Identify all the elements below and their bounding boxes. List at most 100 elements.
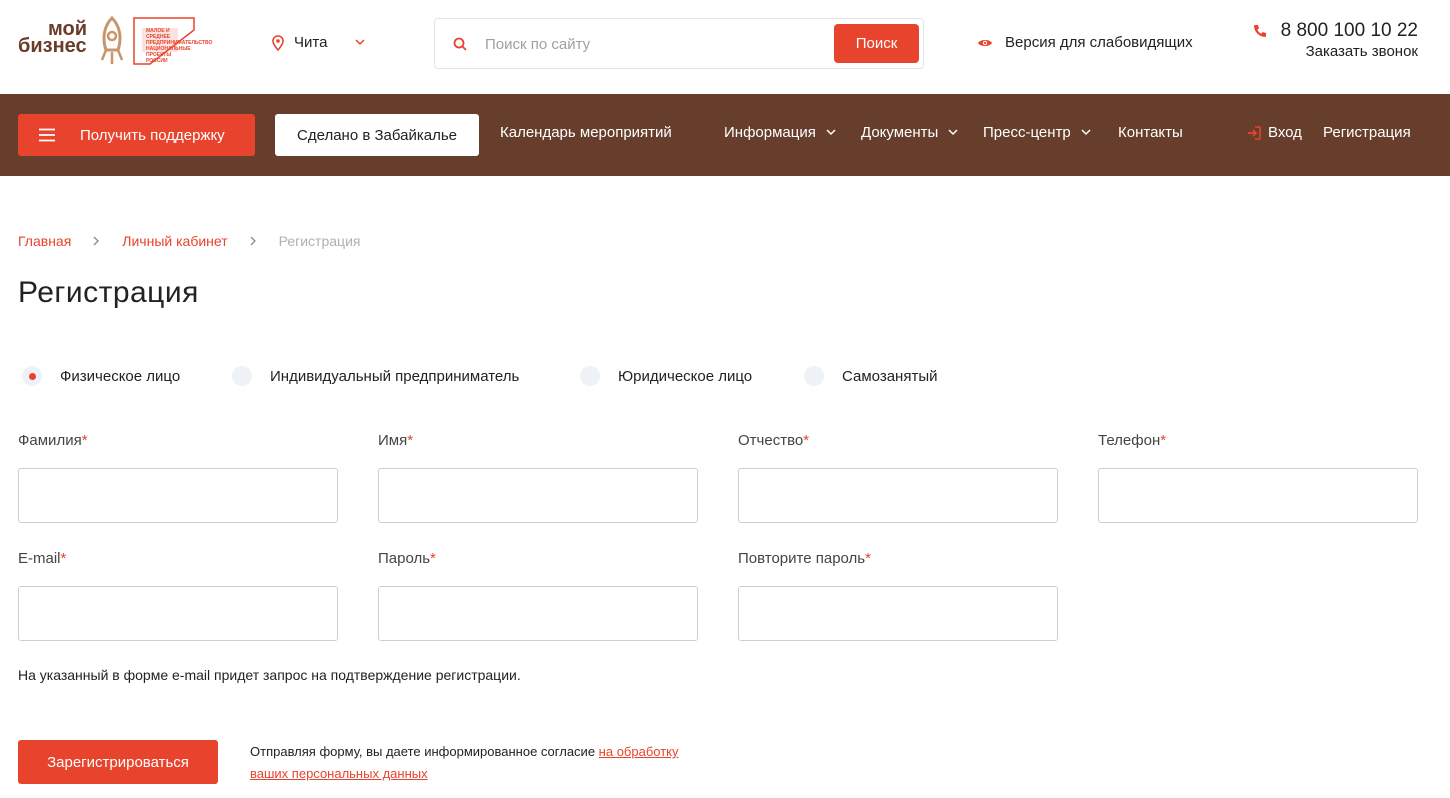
required-mark: * [407,432,414,449]
password-field[interactable] [378,586,698,641]
required-mark: * [81,432,88,449]
required-mark: * [1160,432,1167,449]
rocket-icon [100,16,124,64]
radio-legal-label: Юридическое лицо [618,367,753,385]
phone-field[interactable] [1098,468,1418,523]
email-field[interactable] [18,586,338,641]
lastname-field[interactable] [18,468,338,523]
radio-dot[interactable] [580,366,600,386]
nav-info[interactable]: Информация [724,124,836,141]
breadcrumb-current: Регистрация [278,233,361,249]
firstname-label: Имя* [378,432,698,452]
nav-calendar[interactable]: Календарь мероприятий [500,124,672,141]
register-label: Регистрация [1323,124,1411,141]
register-button[interactable]: Зарегистрироваться [18,740,218,784]
get-support-label: Получить поддержку [80,126,225,144]
required-mark: * [430,550,436,567]
radio-entrepreneur-label: Индивидуальный предприниматель [270,367,520,385]
location-pin-icon [272,34,284,51]
chevron-down-icon [1081,129,1091,136]
radio-selfemployed-label: Самозанятый [842,367,938,385]
get-support-button[interactable]: Получить поддержку [18,114,255,156]
breadcrumb-home[interactable]: Главная [18,233,71,249]
chevron-down-icon [826,129,836,136]
password-repeat-group: Повторите пароль* [738,550,1058,641]
radio-dot-checked[interactable] [22,366,42,386]
login-icon [1248,125,1261,140]
breadcrumb-cabinet[interactable]: Личный кабинет [122,233,227,249]
main-nav: Получить поддержку Сделано в Забайкалье … [0,94,1450,176]
chevron-down-icon [948,129,958,136]
search-box: Поиск [434,18,924,69]
phone-link[interactable]: 8 800 100 10 22 [1253,20,1418,42]
middlename-label-text: Отчество [738,432,804,449]
nav-calendar-label: Календарь мероприятий [500,124,672,141]
city-selector[interactable]: Чита [272,34,365,51]
password-repeat-field[interactable] [738,586,1058,641]
email-label: E-mail* [18,550,338,570]
consent-text-body: Отправляя форму, вы даете информированно… [250,744,599,759]
search-button[interactable]: Поиск [834,24,919,63]
eye-icon [978,39,992,46]
nav-docs[interactable]: Документы [861,124,958,141]
radio-dot[interactable] [804,366,824,386]
password-group: Пароль* [378,550,698,641]
site-header: мой бизнес МАЛОЕ И СРЕДНЕЕ ПРЕДПРИНИМАТЕ… [0,0,1450,94]
lastname-label: Фамилия* [18,432,338,452]
radio-entrepreneur[interactable]: Индивидуальный предприниматель [232,366,519,386]
search-icon [453,37,467,51]
consent-text: Отправляя форму, вы даете информированно… [250,741,690,785]
nav-press-label: Пресс-центр [983,124,1071,141]
lastname-group: Фамилия* [18,432,338,523]
breadcrumb: Главная Личный кабинет Регистрация [18,233,360,249]
lastname-label-text: Фамилия [18,432,82,449]
login-label: Вход [1268,124,1302,141]
search-input[interactable] [485,29,825,59]
logo[interactable]: мой бизнес МАЛОЕ И СРЕДНЕЕ ПРЕДПРИНИМАТЕ… [18,14,213,68]
radio-individual-label: Физическое лицо [60,367,181,385]
radio-individual[interactable]: Физическое лицо [22,366,180,386]
email-confirm-note: На указанный в форме e-mail придет запро… [18,667,521,683]
email-label-text: E-mail [18,550,61,567]
phone-icon [1253,25,1266,37]
required-mark: * [60,550,67,567]
firstname-field[interactable] [378,468,698,523]
chevron-down-icon [355,39,365,46]
vision-mode-link[interactable]: Версия для слабовидящих [977,34,1193,51]
national-projects-text: МАЛОЕ И СРЕДНЕЕ ПРЕДПРИНИМАТЕЛЬСТВО НАЦИ… [146,28,213,64]
phone-number: 8 800 100 10 22 [1280,20,1418,41]
city-name: Чита [294,34,328,51]
menu-icon [39,128,55,142]
vision-mode-label: Версия для слабовидящих [1005,34,1193,51]
password-label-text: Пароль [378,550,431,567]
radio-selfemployed[interactable]: Самозанятый [804,366,938,386]
nav-contacts[interactable]: Контакты [1118,124,1183,141]
nav-info-label: Информация [724,124,816,141]
page-title: Регистрация [18,276,199,309]
nav-docs-label: Документы [861,124,939,141]
firstname-label-text: Имя [378,432,408,449]
email-group: E-mail* [18,550,338,641]
radio-dot[interactable] [232,366,252,386]
password-repeat-label: Повторите пароль* [738,550,1058,570]
nav-press[interactable]: Пресс-центр [983,124,1091,141]
middlename-field[interactable] [738,468,1058,523]
made-in-zabaikalye-button[interactable]: Сделано в Забайкалье [275,114,479,156]
nav-contacts-label: Контакты [1118,124,1183,141]
firstname-group: Имя* [378,432,698,523]
middlename-label: Отчество* [738,432,1058,452]
required-mark: * [803,432,810,449]
login-link[interactable]: Вход [1247,124,1302,141]
middlename-group: Отчество* [738,432,1058,523]
logo-text-line2: бизнес [18,35,87,57]
required-mark: * [865,550,871,567]
chevron-right-icon [250,236,257,246]
phone-label: Телефон* [1098,432,1418,452]
phone-label-text: Телефон [1098,432,1161,449]
radio-legal[interactable]: Юридическое лицо [580,366,752,386]
callback-link[interactable]: Заказать звонок [1253,43,1418,60]
chevron-right-icon [93,236,100,246]
register-link[interactable]: Регистрация [1323,124,1411,141]
phone-group: Телефон* [1098,432,1418,523]
password-repeat-label-text: Повторите пароль [738,550,866,567]
